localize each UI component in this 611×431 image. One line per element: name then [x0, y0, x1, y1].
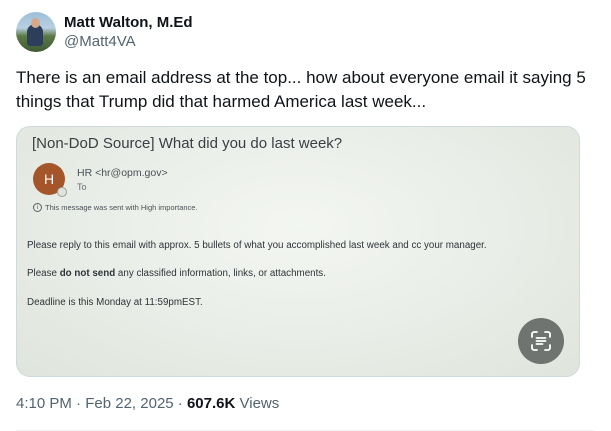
tweet-meta: 4:10 PM · Feb 22, 2025 · 607.6K Views	[16, 395, 279, 412]
email-body-line-1: Please reply to this email with approx. …	[27, 240, 487, 251]
views-count[interactable]: 607.6K	[187, 395, 235, 412]
views-label[interactable]: Views	[235, 395, 280, 412]
text-scan-icon	[531, 331, 551, 351]
email-body-line-2-suffix: any classified information, links, or at…	[115, 268, 326, 279]
author-handle[interactable]: @Matt4VA	[64, 32, 193, 51]
tweet-header: Matt Walton, M.Ed @Matt4VA	[16, 11, 193, 53]
email-subject: [Non-DoD Source] What did you do last we…	[32, 135, 343, 152]
tweet-date[interactable]: Feb 22, 2025	[85, 395, 173, 412]
author-display-name[interactable]: Matt Walton, M.Ed	[64, 13, 193, 32]
sender-status-icon	[57, 187, 67, 197]
avatar-head-shape	[31, 18, 40, 28]
info-circle-icon: i	[33, 203, 42, 212]
email-to-label: To	[77, 182, 87, 192]
email-body-line-3: Deadline is this Monday at 11:59pmEST.	[27, 297, 203, 308]
email-body-line-2-prefix: Please	[27, 268, 60, 279]
tweet-time[interactable]: 4:10 PM	[16, 395, 72, 412]
author-avatar[interactable]	[16, 12, 56, 52]
meta-separator: ·	[71, 395, 86, 412]
sender-initial: H	[43, 171, 55, 187]
author-names: Matt Walton, M.Ed @Matt4VA	[64, 13, 193, 51]
email-body-line-2: Please do not send any classified inform…	[27, 268, 326, 279]
tweet-media-image[interactable]: [Non-DoD Source] What did you do last we…	[16, 126, 580, 377]
tweet-text: There is an email address at the top... …	[16, 68, 586, 111]
email-sender: HR <hr@opm.gov>	[77, 167, 168, 179]
importance-notice: i This message was sent with High import…	[33, 203, 198, 212]
email-body-line-2-bold: do not send	[59, 268, 116, 279]
importance-text: This message was sent with High importan…	[45, 203, 198, 212]
text-scan-button[interactable]	[518, 318, 564, 364]
meta-separator-2: ·	[173, 395, 187, 412]
